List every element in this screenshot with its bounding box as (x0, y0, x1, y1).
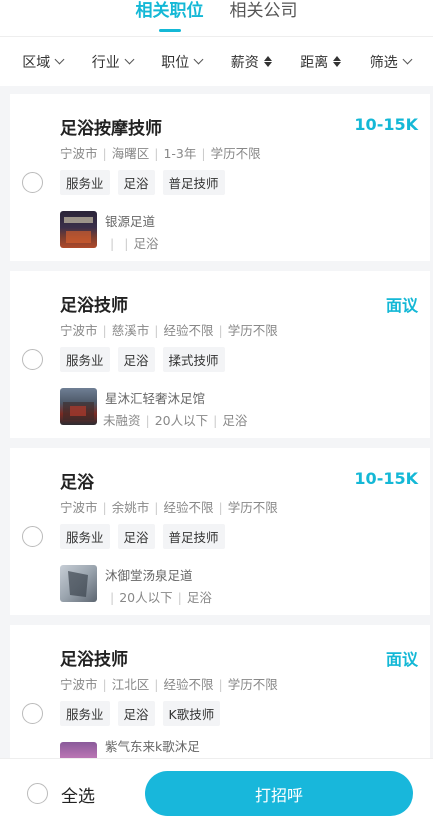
sort-icon (333, 56, 342, 67)
job-tag: 足浴 (117, 701, 155, 726)
job-salary: 10-15K (354, 115, 418, 134)
job-salary: 10-15K (354, 469, 418, 488)
company-logo-image (63, 402, 94, 420)
select-all-radio[interactable] (27, 783, 48, 804)
tab-related-companies[interactable]: 相关公司 (230, 0, 298, 36)
job-district: 海曙区 (111, 146, 150, 161)
filter-region[interactable]: 区域 (22, 52, 65, 72)
company-logo-image (68, 571, 88, 597)
filter-industry-label: 行业 (91, 54, 120, 71)
company-name: 沐御堂汤泉足道 (105, 568, 193, 583)
filter-salary-label: 薪资 (230, 54, 259, 71)
job-city: 宁波市 (60, 500, 98, 515)
company-name: 紫气东来k歌沐足 (105, 739, 200, 754)
job-title: 足浴技师 (60, 650, 128, 670)
chevron-down-icon (54, 54, 65, 65)
job-district: 慈溪市 (111, 323, 150, 338)
select-all-label[interactable]: 全选 (61, 782, 95, 807)
company-logo-image (64, 217, 93, 243)
job-meta: 宁波市 | 慈溪市 | 经验不限 | 学历不限 (60, 323, 278, 338)
company-name: 星沐汇轻奢沐足馆 (105, 391, 206, 406)
job-tag: 服务业 (60, 701, 110, 726)
filter-more[interactable]: 筛选 (369, 52, 413, 72)
job-tag: 足浴 (117, 347, 155, 372)
job-card[interactable]: 足浴技师 面议 宁波市 | 江北区 | 经验不限 | 学历不限 服务业 足浴 K歌技师 紫气… (10, 625, 430, 779)
job-tags: 服务业 足浴 普足技师 (60, 170, 225, 195)
job-tag: 服务业 (60, 524, 110, 549)
job-select-radio[interactable] (22, 526, 43, 547)
job-education: 学历不限 (227, 323, 278, 338)
filter-industry[interactable]: 行业 (91, 52, 135, 72)
filter-distance[interactable]: 距离 (300, 52, 342, 72)
company-meta: | 20人以下 | 足浴 (110, 590, 212, 605)
job-tag: 普足技师 (162, 170, 225, 195)
job-experience: 经验不限 (163, 323, 214, 338)
filter-more-label: 筛选 (369, 54, 398, 71)
job-card[interactable]: 足浴按摩技师 10-15K 宁波市 | 海曙区 | 1-3年 | 学历不限 服务业 足浴 普… (10, 94, 430, 261)
job-tag: 足浴 (117, 170, 155, 195)
company-meta: 未融资 | 20人以下 | 足浴 (103, 413, 248, 428)
job-meta: 宁波市 | 海曙区 | 1-3年 | 学历不限 (60, 146, 261, 161)
filter-position[interactable]: 职位 (161, 52, 204, 72)
chevron-down-icon (124, 54, 135, 65)
job-tags: 服务业 足浴 K歌技师 (60, 701, 221, 726)
company-size: 20人以下 (119, 590, 173, 605)
job-district: 江北区 (111, 677, 150, 692)
job-education: 学历不限 (227, 500, 278, 515)
job-card[interactable]: 足浴 10-15K 宁波市 | 余姚市 | 经验不限 | 学历不限 服务业 足浴 普足技师 … (10, 448, 430, 615)
job-select-radio[interactable] (22, 172, 43, 193)
job-title: 足浴技师 (60, 296, 128, 316)
job-meta: 宁波市 | 余姚市 | 经验不限 | 学历不限 (60, 500, 278, 515)
filter-region-label: 区域 (22, 54, 51, 71)
job-card[interactable]: 足浴技师 面议 宁波市 | 慈溪市 | 经验不限 | 学历不限 服务业 足浴 揉式技师 星沐… (10, 271, 430, 438)
tab-related-jobs[interactable]: 相关职位 (136, 0, 204, 36)
company-name: 银源足道 (105, 214, 156, 229)
job-city: 宁波市 (60, 323, 98, 338)
company-industry: 足浴 (186, 590, 212, 605)
company-size: 20人以下 (154, 413, 209, 428)
greet-button[interactable]: 打招呼 (145, 771, 413, 816)
job-select-radio[interactable] (22, 703, 43, 724)
company-industry: 足浴 (133, 236, 159, 251)
job-education: 学历不限 (210, 146, 261, 161)
company-funding: 未融资 (103, 413, 141, 428)
job-experience: 经验不限 (163, 677, 214, 692)
company-logo (60, 565, 97, 602)
job-salary: 面议 (385, 296, 418, 315)
job-select-radio[interactable] (22, 349, 43, 370)
filter-bar: 区域 行业 职位 薪资 距离 筛选 (0, 36, 433, 86)
job-tag: 足浴 (117, 524, 155, 549)
job-tag: K歌技师 (162, 701, 221, 726)
company-meta: | | 足浴 (110, 236, 159, 251)
filter-salary[interactable]: 薪资 (231, 52, 272, 72)
job-education: 学历不限 (227, 677, 278, 692)
job-tag: 揉式技师 (162, 347, 225, 372)
chevron-down-icon (402, 54, 413, 65)
top-tabs: 相关职位 相关公司 (0, 0, 433, 36)
job-title: 足浴按摩技师 (60, 119, 162, 139)
company-industry: 足浴 (222, 413, 248, 428)
job-experience: 经验不限 (163, 500, 214, 515)
job-district: 余姚市 (111, 500, 150, 515)
sort-icon (263, 56, 272, 67)
job-salary: 面议 (385, 650, 418, 669)
chevron-down-icon (193, 54, 204, 65)
job-tag: 服务业 (60, 170, 110, 195)
filter-distance-label: 距离 (300, 54, 329, 71)
job-meta: 宁波市 | 江北区 | 经验不限 | 学历不限 (60, 677, 278, 692)
job-title: 足浴 (60, 473, 94, 493)
job-tag: 普足技师 (162, 524, 225, 549)
job-experience: 1-3年 (163, 146, 197, 161)
bottom-bar: 全选 打招呼 (0, 758, 433, 819)
job-city: 宁波市 (60, 146, 98, 161)
filter-position-label: 职位 (161, 54, 190, 71)
job-tags: 服务业 足浴 普足技师 (60, 524, 225, 549)
job-tag: 服务业 (60, 347, 110, 372)
job-tags: 服务业 足浴 揉式技师 (60, 347, 225, 372)
company-logo (60, 388, 97, 425)
company-logo (60, 211, 97, 248)
job-city: 宁波市 (60, 677, 98, 692)
